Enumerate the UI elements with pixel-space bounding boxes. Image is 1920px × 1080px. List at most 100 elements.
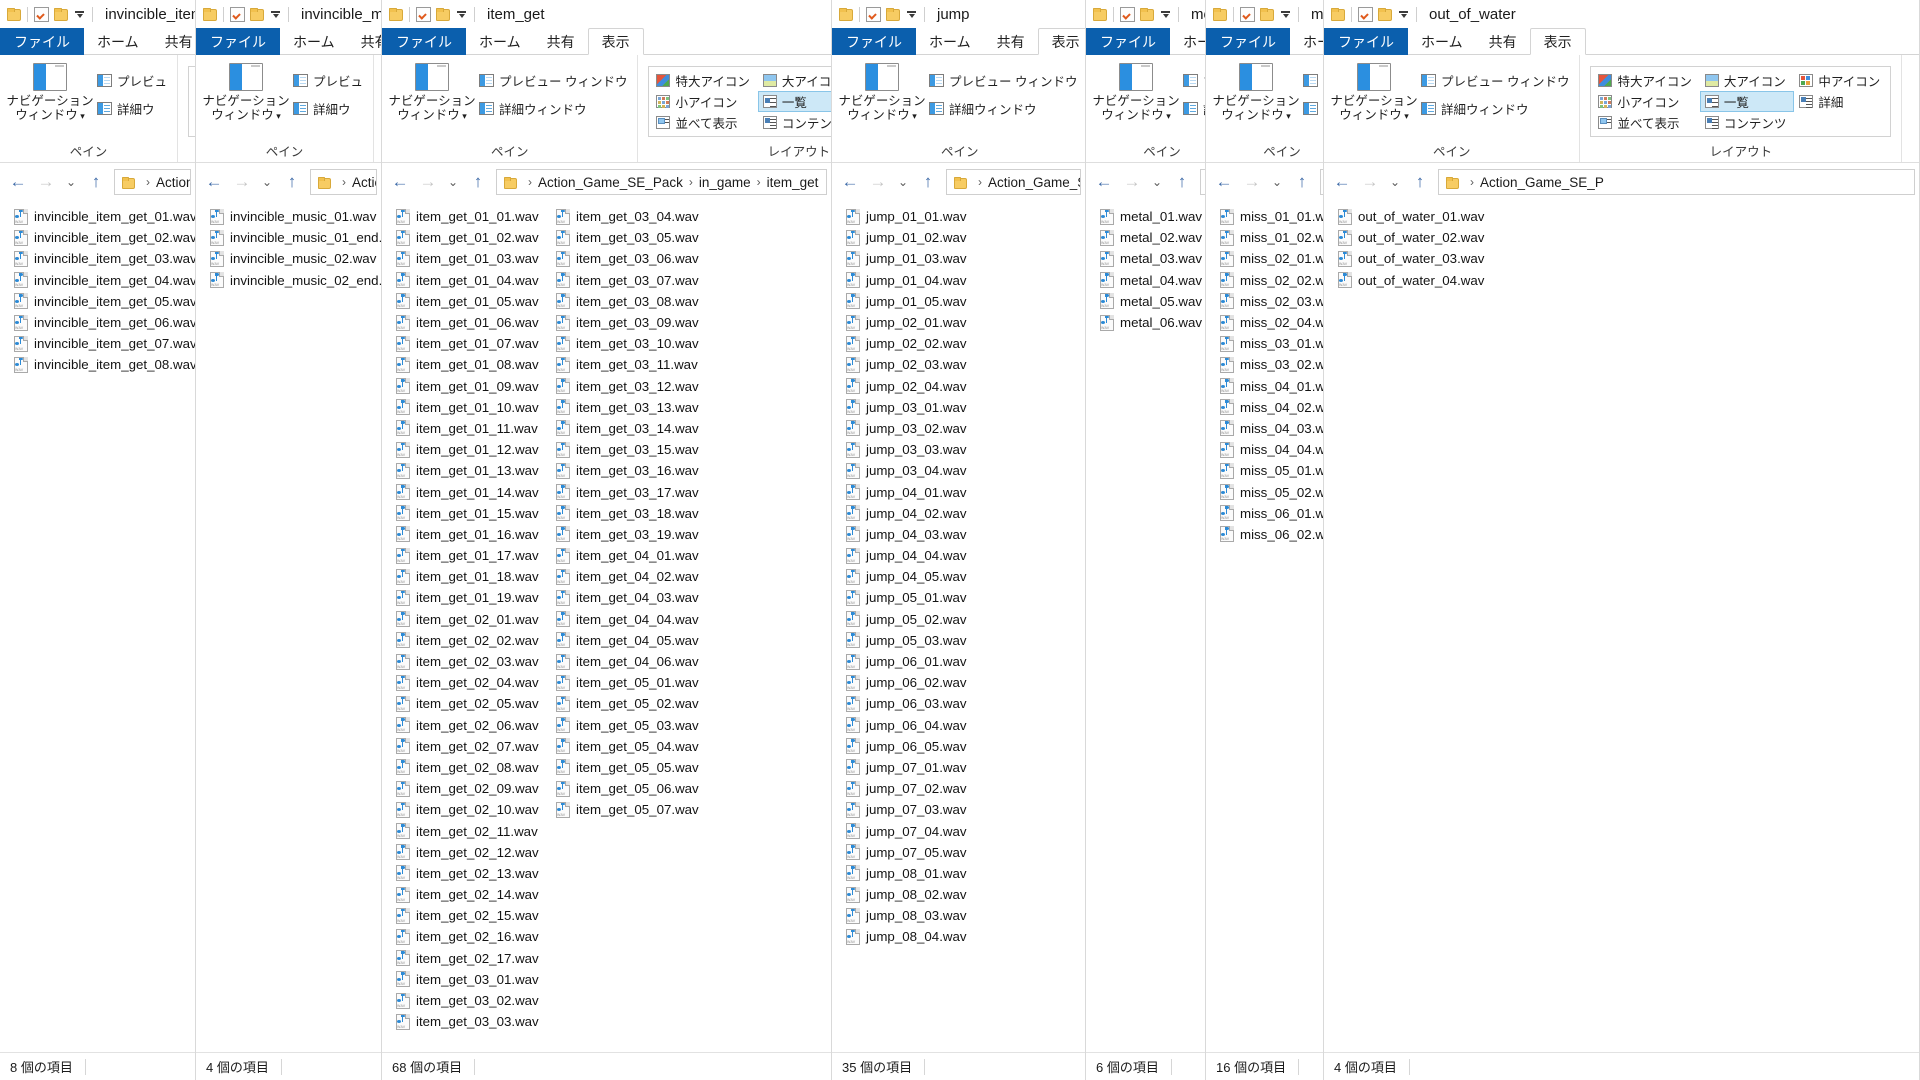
list-item[interactable]: WAV item_get_02_06.wav [392, 715, 552, 736]
list-item[interactable]: WAV invincible_music_02.wav [206, 248, 381, 269]
details-pane-toggle[interactable]: 詳細 [1183, 99, 1205, 118]
list-item[interactable]: WAV invincible_music_01_end.wav [206, 227, 381, 248]
recent-locations-button[interactable]: ⌄ [1146, 168, 1168, 196]
list-item[interactable]: WAV invincible_music_02_end.wav [206, 270, 381, 291]
tab-file[interactable]: ファイル [382, 28, 466, 55]
address-bar[interactable]: › Action_G [310, 169, 377, 195]
preview-pane-toggle[interactable]: プレビュ [97, 71, 167, 90]
details-pane-toggle[interactable]: 詳細ウィンドウ [1421, 99, 1569, 118]
list-item[interactable]: WAV jump_05_01.wav [842, 587, 992, 608]
list-item[interactable]: WAV item_get_05_04.wav [552, 736, 712, 757]
list-item[interactable]: WAV item_get_02_08.wav [392, 757, 552, 778]
chevron-down-icon[interactable]: ▾ [1164, 111, 1171, 121]
tab-file[interactable]: ファイル [1206, 28, 1290, 55]
view-option-4[interactable]: 一覧 [1699, 91, 1795, 112]
view-option-3[interactable]: 小アイコン [1593, 91, 1699, 112]
list-item[interactable]: WAV item_get_03_08.wav [552, 291, 712, 312]
properties-icon[interactable] [1120, 6, 1135, 22]
list-item[interactable]: WAV invincible_item_get_03.wav [10, 248, 195, 269]
breadcrumb-item[interactable]: item_get [767, 175, 819, 190]
details-pane-toggle[interactable]: 詳細ウィンドウ [929, 99, 1077, 118]
list-item[interactable]: WAV metal_02.wav [1096, 227, 1205, 248]
view-option-5[interactable]: 詳細 [1794, 91, 1888, 112]
list-item[interactable]: WAV item_get_03_05.wav [552, 227, 712, 248]
list-item[interactable]: WAV item_get_04_04.wav [552, 609, 712, 630]
list-item[interactable]: WAV item_get_03_10.wav [552, 333, 712, 354]
recent-locations-button[interactable]: ⌄ [1266, 168, 1288, 196]
list-item[interactable]: WAV item_get_05_02.wav [552, 693, 712, 714]
breadcrumb-item[interactable]: Action_Game_SE_Pa [988, 175, 1080, 190]
list-item[interactable]: WAV item_get_01_16.wav [392, 524, 552, 545]
list-item[interactable]: WAV miss_01_02.wav [1216, 227, 1323, 248]
list-item[interactable]: WAV invincible_item_get_01.wav [10, 206, 195, 227]
chevron-down-icon[interactable] [1160, 8, 1172, 20]
list-item[interactable]: WAV miss_06_01.wav [1216, 503, 1323, 524]
preview-pane-toggle[interactable]: プレビュ [293, 71, 363, 90]
list-item[interactable]: WAV jump_05_02.wav [842, 609, 992, 630]
list-item[interactable]: WAV item_get_02_12.wav [392, 842, 552, 863]
list-item[interactable]: WAV item_get_03_19.wav [552, 524, 712, 545]
new-folder-icon[interactable] [53, 7, 68, 21]
list-item[interactable]: WAV jump_03_02.wav [842, 418, 992, 439]
list-item[interactable]: WAV item_get_01_19.wav [392, 587, 552, 608]
list-item[interactable]: WAV jump_07_05.wav [842, 842, 992, 863]
view-option-4[interactable]: 一覧 [757, 91, 831, 112]
list-item[interactable]: WAV item_get_02_03.wav [392, 651, 552, 672]
list-item[interactable]: WAV invincible_item_get_08.wav [10, 354, 195, 375]
chevron-down-icon[interactable] [1280, 8, 1292, 20]
view-option-1[interactable]: 大アイコン [1700, 70, 1795, 91]
tab-file[interactable]: ファイル [832, 28, 916, 55]
navigation-pane-button[interactable]: ナビゲーション ウィンドウ ▾ [202, 60, 290, 123]
list-item[interactable]: WAV item_get_01_10.wav [392, 397, 552, 418]
list-item[interactable]: WAV jump_04_01.wav [842, 481, 992, 502]
list-item[interactable]: WAV out_of_water_04.wav [1334, 270, 1494, 291]
back-button[interactable]: ← [200, 168, 228, 196]
list-item[interactable]: WAV item_get_04_03.wav [552, 587, 712, 608]
back-button[interactable]: ← [4, 168, 32, 196]
details-pane-toggle[interactable]: 詳細 [1303, 99, 1323, 118]
list-item[interactable]: WAV metal_04.wav [1096, 270, 1205, 291]
list-item[interactable]: WAV miss_02_03.wav [1216, 291, 1323, 312]
list-item[interactable]: WAV jump_04_03.wav [842, 524, 992, 545]
list-item[interactable]: WAV metal_03.wav [1096, 248, 1205, 269]
list-item[interactable]: WAV miss_04_03.wav [1216, 418, 1323, 439]
list-item[interactable]: WAV out_of_water_01.wav [1334, 206, 1494, 227]
up-button[interactable]: ↑ [464, 168, 492, 196]
up-button[interactable]: ↑ [1168, 168, 1196, 196]
view-option-6[interactable]: 並べて表示 [651, 112, 757, 133]
list-item[interactable]: WAV item_get_01_14.wav [392, 481, 552, 502]
list-item[interactable]: WAV jump_04_04.wav [842, 545, 992, 566]
recent-locations-button[interactable]: ⌄ [892, 168, 914, 196]
list-item[interactable]: WAV item_get_03_06.wav [552, 248, 712, 269]
list-item[interactable]: WAV item_get_01_18.wav [392, 566, 552, 587]
tab-home[interactable]: ホーム [466, 28, 534, 55]
list-item[interactable]: WAV item_get_03_18.wav [552, 503, 712, 524]
preview-pane-toggle[interactable]: プレ [1303, 71, 1323, 90]
list-item[interactable]: WAV jump_04_05.wav [842, 566, 992, 587]
new-folder-icon[interactable] [1377, 7, 1392, 21]
list-item[interactable]: WAV item_get_03_02.wav [392, 990, 552, 1011]
address-bar[interactable]: › Action_Game_SE_P [1438, 169, 1915, 195]
list-item[interactable]: WAV miss_03_01.wav [1216, 333, 1323, 354]
list-item[interactable]: WAV item_get_01_04.wav [392, 270, 552, 291]
list-item[interactable]: WAV item_get_01_11.wav [392, 418, 552, 439]
tab-share[interactable]: 共有 [984, 28, 1038, 55]
navigation-pane-button[interactable]: ナビゲーション ウィンドウ ▾ [388, 60, 476, 123]
list-item[interactable]: WAV jump_01_03.wav [842, 248, 992, 269]
chevron-down-icon[interactable] [456, 8, 468, 20]
list-item[interactable]: WAV jump_02_02.wav [842, 333, 992, 354]
properties-icon[interactable] [34, 6, 49, 22]
up-button[interactable]: ↑ [82, 168, 110, 196]
view-option-0[interactable]: 特大アイコン [1593, 70, 1699, 91]
chevron-down-icon[interactable] [906, 8, 918, 20]
list-item[interactable]: WAV invincible_music_01.wav [206, 206, 381, 227]
tab-share[interactable]: 共有 [152, 28, 195, 55]
list-item[interactable]: WAV item_get_01_13.wav [392, 460, 552, 481]
recent-locations-button[interactable]: ⌄ [1384, 168, 1406, 196]
details-pane-toggle[interactable]: 詳細ウ [293, 99, 363, 118]
list-item[interactable]: WAV jump_06_01.wav [842, 651, 992, 672]
list-item[interactable]: WAV miss_02_01.wav [1216, 248, 1323, 269]
list-item[interactable]: WAV jump_01_05.wav [842, 291, 992, 312]
list-item[interactable]: WAV item_get_01_01.wav [392, 206, 552, 227]
forward-button[interactable]: → [864, 168, 892, 196]
